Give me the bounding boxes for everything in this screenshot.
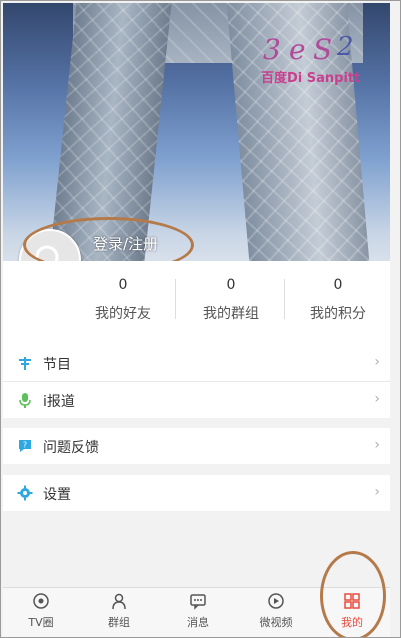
group-icon — [112, 593, 126, 610]
app-frame: 3 e S 2 百度Di Sanpitt 登录/注册 0 我的好友 0 我的群组… — [0, 0, 401, 638]
annotation-ellipse-mine-tab — [320, 551, 386, 637]
stat-label: 我的积分 — [310, 306, 366, 322]
menu-item-feedback[interactable]: ? 问题反馈 › — [3, 428, 390, 464]
stat-points[interactable]: 0 我的积分 — [283, 277, 393, 323]
tab-messages[interactable]: 消息 — [168, 592, 228, 630]
chevron-right-icon: › — [374, 354, 380, 370]
tab-label: 群组 — [108, 616, 130, 629]
tab-micro-video[interactable]: 微视频 — [246, 592, 306, 630]
menu-item-ireport[interactable]: i报道 › — [3, 382, 390, 418]
menu-item-label: 节目 — [43, 357, 71, 373]
chevron-right-icon: › — [374, 484, 380, 500]
stat-value: 0 — [118, 277, 128, 293]
menu-item-settings[interactable]: 设置 › — [3, 475, 390, 511]
program-icon — [19, 357, 31, 370]
menu-group-2: ? 问题反馈 › — [3, 428, 390, 464]
menu-group-1: 节目 › i报道 › — [3, 345, 390, 418]
menu-item-label: 问题反馈 — [43, 440, 99, 456]
svg-text:S: S — [313, 33, 332, 66]
gear-icon — [17, 485, 33, 501]
stats-bar: 0 我的好友 0 我的群组 0 我的积分 — [3, 261, 390, 345]
stat-value: 0 — [333, 277, 343, 293]
stat-friends[interactable]: 0 我的好友 — [68, 277, 178, 323]
tab-tv-circle[interactable]: TV圈 — [11, 592, 71, 630]
stat-groups[interactable]: 0 我的群组 — [176, 277, 286, 323]
message-icon — [190, 594, 206, 610]
stat-value: 0 — [226, 277, 236, 293]
chevron-right-icon: › — [374, 391, 380, 407]
svg-text:3: 3 — [263, 33, 281, 66]
video-icon — [268, 593, 284, 609]
chevron-right-icon: › — [374, 437, 380, 453]
menu-item-label: 设置 — [43, 487, 71, 503]
svg-text:2: 2 — [336, 32, 354, 62]
menu-group-3: 设置 › — [3, 475, 390, 511]
menu-item-program[interactable]: 节目 › — [3, 345, 390, 382]
svg-text:?: ? — [23, 441, 27, 450]
tab-label: TV圈 — [28, 616, 54, 629]
watermark-text: 百度Di Sanpitt — [261, 71, 361, 86]
stat-label: 我的群组 — [203, 306, 259, 322]
tv-circle-icon — [33, 593, 49, 609]
stat-label: 我的好友 — [95, 306, 151, 322]
tab-label: 消息 — [187, 616, 209, 629]
microphone-icon — [19, 393, 31, 408]
menu-item-label: i报道 — [43, 394, 75, 410]
tab-groups[interactable]: 群组 — [89, 592, 149, 630]
tab-label: 微视频 — [259, 616, 293, 629]
svg-text:e: e — [289, 33, 306, 66]
feedback-icon: ? — [19, 440, 31, 452]
